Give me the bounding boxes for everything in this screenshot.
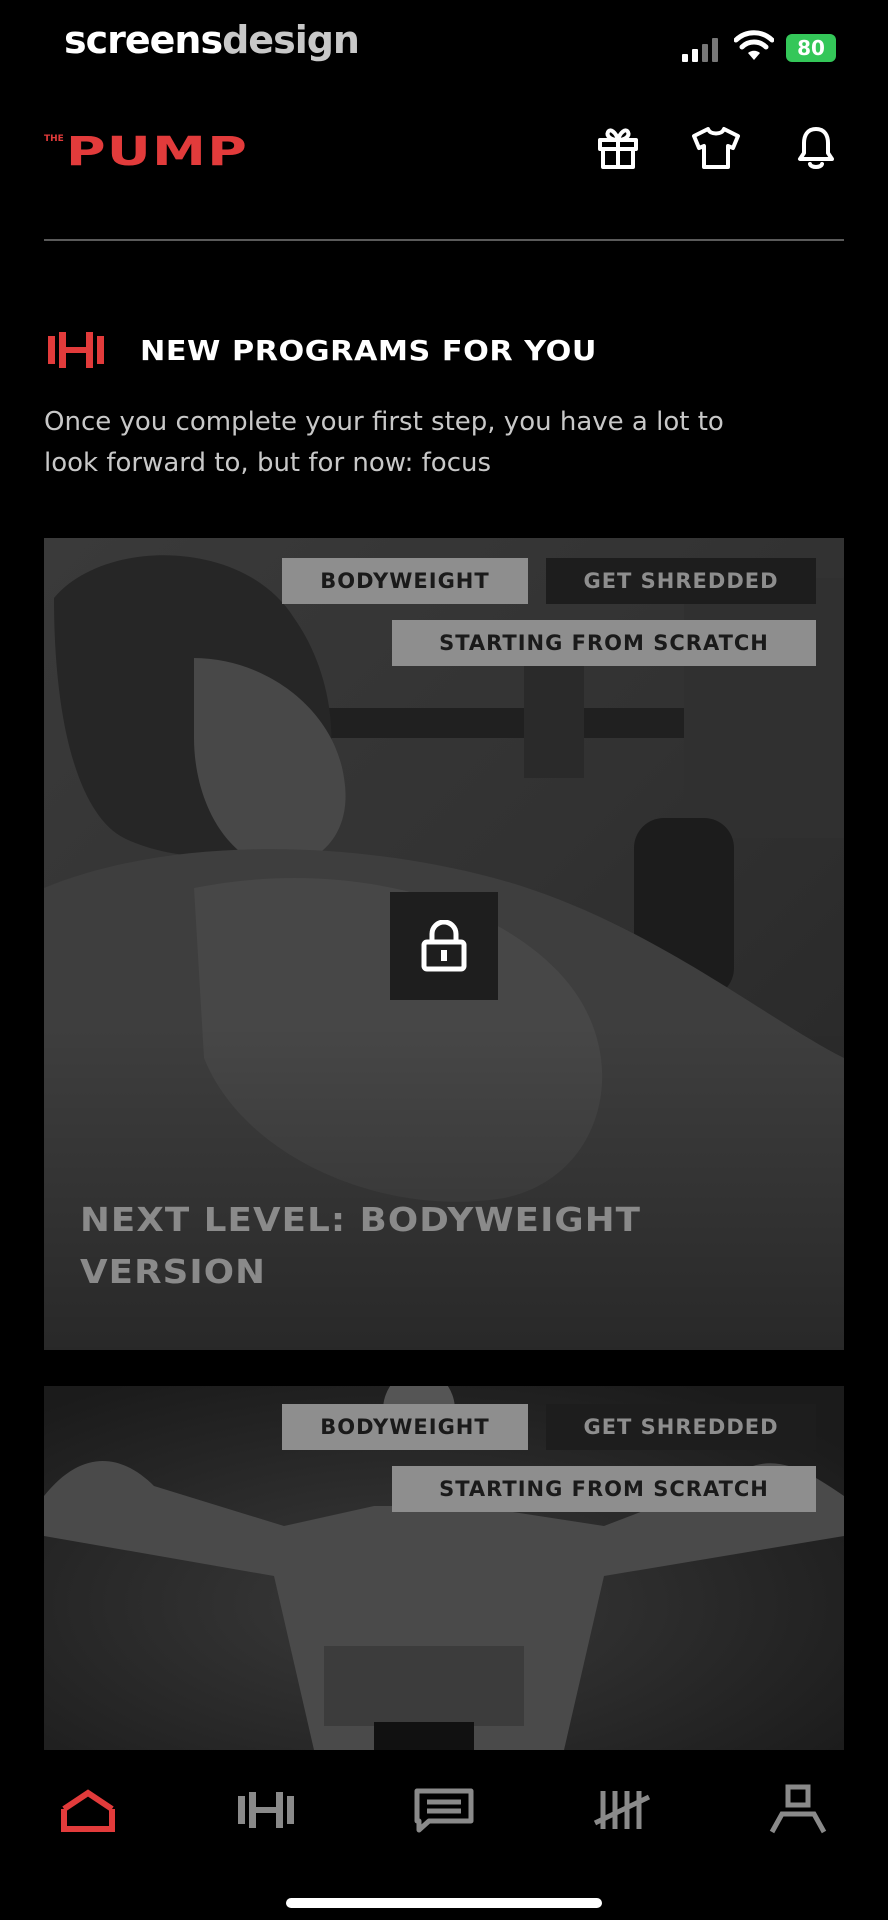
tag-label: GET SHREDDED xyxy=(583,1415,779,1439)
battery-level: 80 xyxy=(797,36,825,60)
tshirt-icon[interactable] xyxy=(686,118,746,178)
tag-label: BODYWEIGHT xyxy=(320,569,490,593)
wifi-icon xyxy=(734,30,774,60)
watermark: screensdesign xyxy=(64,18,360,62)
dumbbell-icon xyxy=(48,332,104,368)
tag-bodyweight: BODYWEIGHT xyxy=(282,558,528,604)
nav-workouts[interactable] xyxy=(226,1780,306,1840)
dumbbell-icon xyxy=(238,1792,294,1828)
tag-label: GET SHREDDED xyxy=(583,569,779,593)
locked-overlay xyxy=(390,892,498,1000)
watermark-part-a: screens xyxy=(64,18,223,62)
home-indicator[interactable] xyxy=(286,1898,602,1908)
app-header: THE PUMP xyxy=(0,100,888,241)
logo-wordmark: PUMP xyxy=(65,129,248,175)
program-card[interactable]: BODYWEIGHT GET SHREDDED STARTING FROM SC… xyxy=(44,1386,844,1750)
tally-icon xyxy=(593,1791,651,1829)
watermark-part-b: design xyxy=(222,18,360,62)
section-header: NEW PROGRAMS FOR YOU xyxy=(44,326,596,374)
tag-label: STARTING FROM SCRATCH xyxy=(439,1477,769,1501)
tag-get-shredded: GET SHREDDED xyxy=(546,1404,816,1450)
program-title: NEXT LEVEL: BODYWEIGHT VERSION xyxy=(80,1200,642,1291)
tag-get-shredded: GET SHREDDED xyxy=(546,558,816,604)
section-title: NEW PROGRAMS FOR YOU xyxy=(140,333,597,367)
nav-progress[interactable] xyxy=(582,1780,662,1840)
logo-prefix: THE xyxy=(44,134,64,144)
home-icon xyxy=(61,1789,115,1832)
nav-home[interactable] xyxy=(48,1780,128,1840)
battery-indicator: 80 xyxy=(786,34,836,62)
bell-icon[interactable] xyxy=(786,118,846,178)
nav-profile[interactable] xyxy=(758,1780,838,1840)
tag-label: BODYWEIGHT xyxy=(320,1415,490,1439)
cellular-signal-icon xyxy=(682,38,718,62)
tag-label: STARTING FROM SCRATCH xyxy=(439,631,769,655)
bottom-navigation xyxy=(0,1750,888,1920)
tag-starting-from-scratch: STARTING FROM SCRATCH xyxy=(392,620,816,666)
lock-icon xyxy=(421,920,467,972)
program-card[interactable]: BODYWEIGHT GET SHREDDED STARTING FROM SC… xyxy=(44,538,844,1350)
nav-chat[interactable] xyxy=(404,1780,484,1840)
gift-icon[interactable] xyxy=(588,118,648,178)
status-bar: screensdesign 80 xyxy=(0,0,888,80)
profile-icon xyxy=(769,1784,827,1834)
app-logo: THE PUMP xyxy=(44,130,247,174)
header-divider xyxy=(44,239,844,241)
section-description: Once you complete your first step, you h… xyxy=(44,407,724,478)
chat-icon xyxy=(414,1788,474,1833)
tag-starting-from-scratch: STARTING FROM SCRATCH xyxy=(392,1466,816,1512)
tag-bodyweight: BODYWEIGHT xyxy=(282,1404,528,1450)
